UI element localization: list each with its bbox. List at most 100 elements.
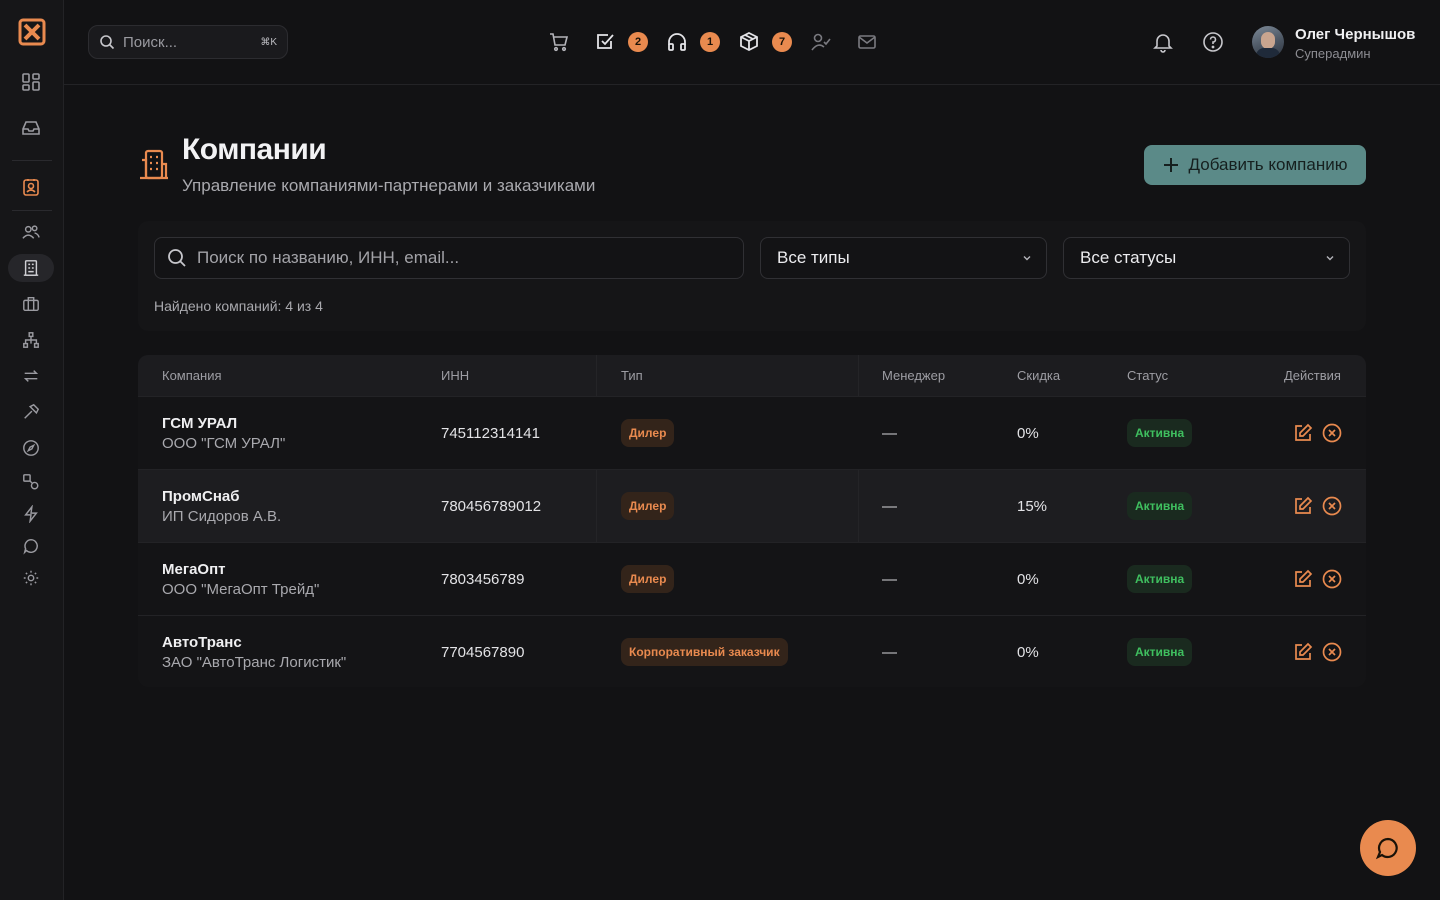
topbar: Поиск... ⌘K 2 1 7 Олег Чернышов Суперадм… [64, 0, 1440, 85]
company-name[interactable]: ГСМ УРАЛ [162, 415, 237, 432]
sidebar [0, 0, 64, 900]
sidebar-item-structure[interactable] [8, 326, 54, 354]
lightning-icon [22, 505, 40, 523]
company-name[interactable]: МегаОпт [162, 561, 226, 578]
global-search[interactable]: Поиск... ⌘K [88, 25, 288, 59]
edit-icon[interactable] [1293, 423, 1313, 443]
table-header: Компания ИНН Тип Менеджер Скидка Статус … [138, 355, 1366, 396]
help-button[interactable] [1200, 29, 1226, 55]
sidebar-item-tools[interactable] [8, 398, 54, 426]
exchange-icon [22, 367, 40, 385]
type-badge: Дилер [621, 419, 675, 447]
sidebar-item-users[interactable] [8, 218, 54, 246]
status-filter-value: Все статусы [1080, 248, 1177, 267]
header-discount[interactable]: Скидка [1017, 368, 1060, 383]
plus-icon [1163, 157, 1179, 173]
briefcase-icon [22, 295, 40, 313]
table-row[interactable]: АвтоТранс ЗАО "АвтоТранс Логистик" 77045… [138, 615, 1366, 687]
checkbox-icon [594, 31, 616, 53]
search-icon [99, 34, 115, 50]
quick-packages[interactable]: 7 [738, 30, 792, 54]
user-role: Суперадмин [1295, 46, 1371, 61]
sidebar-divider [12, 160, 52, 161]
deactivate-icon[interactable] [1322, 496, 1342, 516]
sidebar-divider [12, 210, 52, 211]
support-badge: 1 [700, 32, 720, 52]
company-name[interactable]: ПромСнаб [162, 488, 240, 505]
deactivate-icon[interactable] [1322, 569, 1342, 589]
type-filter-value: Все типы [777, 248, 850, 267]
type-filter-select[interactable]: Все типы [760, 237, 1047, 279]
add-company-button[interactable]: Добавить компанию [1144, 145, 1366, 185]
mail-icon [856, 31, 878, 53]
header-inn[interactable]: ИНН [441, 368, 469, 383]
avatar-body [1256, 48, 1280, 58]
quick-tasks[interactable]: 2 [594, 30, 648, 54]
edit-icon[interactable] [1293, 642, 1313, 662]
company-inn: 745112314141 [441, 425, 540, 442]
header-company[interactable]: Компания [162, 368, 222, 383]
company-inn: 7704567890 [441, 644, 525, 661]
headphones-icon [666, 31, 688, 53]
status-badge: Активна [1127, 638, 1193, 666]
search-icon [167, 248, 187, 268]
company-search-placeholder: Поиск по названию, ИНН, email... [197, 248, 460, 267]
chat-fab-button[interactable] [1360, 820, 1416, 876]
company-discount: 0% [1017, 571, 1039, 588]
sidebar-item-chat[interactable] [8, 532, 54, 560]
sidebar-item-settings[interactable] [8, 564, 54, 592]
edit-icon[interactable] [1293, 496, 1313, 516]
header-manager[interactable]: Менеджер [882, 368, 945, 383]
building-icon [22, 259, 40, 277]
sidebar-item-integrations[interactable] [8, 468, 54, 496]
company-name[interactable]: АвтоТранс [162, 634, 242, 651]
quick-support[interactable]: 1 [666, 30, 720, 54]
header-status[interactable]: Статус [1127, 368, 1168, 383]
page-subtitle: Управление компаниями-партнерами и заказ… [182, 176, 596, 195]
company-inn: 7803456789 [441, 571, 525, 588]
add-company-label: Добавить компанию [1188, 155, 1348, 174]
sidebar-item-inbox[interactable] [8, 114, 54, 142]
company-legal-name: ООО "МегаОпт Трейд" [162, 581, 320, 598]
quick-cart[interactable] [548, 30, 570, 54]
column-divider [596, 355, 597, 396]
table-row[interactable]: ГСМ УРАЛ ООО "ГСМ УРАЛ" 745112314141 Дил… [138, 396, 1366, 469]
status-badge: Активна [1127, 419, 1193, 447]
search-placeholder: Поиск... [123, 33, 178, 51]
edit-icon[interactable] [1293, 569, 1313, 589]
header-type[interactable]: Тип [621, 368, 643, 383]
quick-approvals[interactable] [810, 30, 832, 54]
sidebar-item-companies[interactable] [8, 254, 54, 282]
column-divider [858, 470, 859, 543]
dashboard-icon [21, 72, 41, 92]
status-badge: Активна [1127, 565, 1193, 593]
sidebar-item-explore[interactable] [8, 434, 54, 462]
type-badge: Корпоративный заказчик [621, 638, 788, 666]
sidebar-item-cases[interactable] [8, 290, 54, 318]
deactivate-icon[interactable] [1322, 642, 1342, 662]
contact-book-icon [21, 177, 41, 197]
company-search-input[interactable]: Поиск по названию, ИНН, email... [154, 237, 744, 279]
status-filter-select[interactable]: Все статусы [1063, 237, 1350, 279]
sidebar-item-contacts[interactable] [8, 173, 54, 201]
company-discount: 15% [1017, 498, 1048, 515]
app-logo-icon[interactable] [18, 18, 46, 46]
compass-icon [22, 439, 40, 457]
sidebar-item-transfers[interactable] [8, 362, 54, 390]
sidebar-item-automation[interactable] [8, 500, 54, 528]
avatar[interactable] [1252, 26, 1284, 58]
deactivate-icon[interactable] [1322, 423, 1342, 443]
search-shortcut: ⌘K [260, 36, 277, 48]
company-legal-name: ЗАО "АвтоТранс Логистик" [162, 654, 347, 671]
results-count: Найдено компаний: 4 из 4 [154, 298, 323, 314]
company-manager: — [882, 425, 897, 442]
table-row[interactable]: ПромСнаб ИП Сидоров А.В. 780456789012 Ди… [138, 469, 1366, 543]
notifications-button[interactable] [1150, 29, 1176, 55]
user-name[interactable]: Олег Чернышов [1295, 26, 1415, 43]
sidebar-item-dashboard[interactable] [8, 68, 54, 96]
inbox-icon [21, 118, 41, 138]
quick-mail[interactable] [856, 30, 878, 54]
table-row[interactable]: МегаОпт ООО "МегаОпт Трейд" 7803456789 Д… [138, 542, 1366, 615]
company-legal-name: ООО "ГСМ УРАЛ" [162, 435, 286, 452]
companies-table: Компания ИНН Тип Менеджер Скидка Статус … [138, 355, 1366, 687]
